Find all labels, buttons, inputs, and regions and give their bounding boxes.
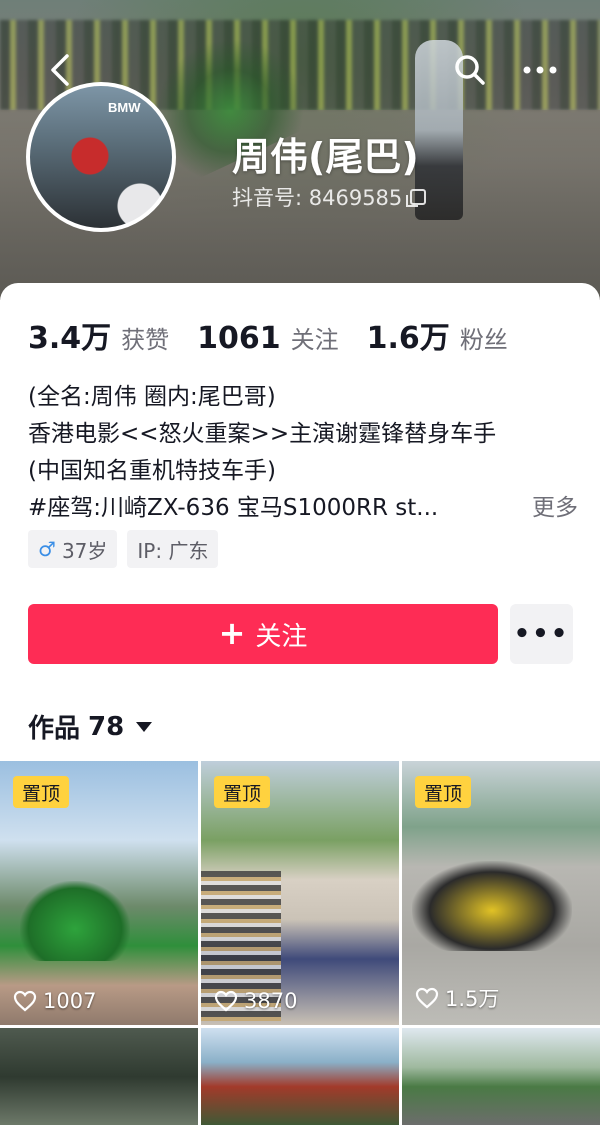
stat-label: 获赞 xyxy=(121,326,170,354)
likes-count: 1007 xyxy=(43,989,97,1013)
bio-more-link[interactable]: 更多 xyxy=(532,490,578,527)
stat-value: 1061 xyxy=(197,321,281,356)
likes-count: 1.5万 xyxy=(445,987,500,1011)
video-grid: 置顶 1007 置顶 3870 置顶 1.5万 xyxy=(0,761,600,1125)
bio-line-last: #座驾:川崎ZX-636 宝马S1000RR st... 更多 xyxy=(28,490,578,527)
copy-icon[interactable] xyxy=(406,189,427,207)
video-tile[interactable]: 置顶 3870 xyxy=(201,761,399,1025)
follow-button[interactable]: + 关注 xyxy=(28,604,498,664)
bio-line: #座驾:川崎ZX-636 宝马S1000RR st... xyxy=(28,495,439,521)
video-tile[interactable] xyxy=(201,1028,399,1125)
video-thumbnail xyxy=(20,881,130,961)
video-tile[interactable]: 置顶 1.5万 xyxy=(402,761,600,1025)
works-count: 78 xyxy=(88,711,125,742)
video-likes: 1.5万 xyxy=(415,983,499,1013)
avatar[interactable]: BMW xyxy=(26,82,176,232)
male-icon: ♂ xyxy=(38,537,56,561)
heart-icon xyxy=(13,990,37,1012)
stat-following[interactable]: 1061 关注 xyxy=(197,320,339,356)
caret-down-icon xyxy=(136,721,153,732)
back-icon[interactable] xyxy=(40,50,80,90)
age-tag: ♂ 37岁 xyxy=(28,530,118,568)
stat-likes[interactable]: 3.4万 获赞 xyxy=(28,313,169,357)
follow-label: 关注 xyxy=(255,621,308,652)
video-tile[interactable] xyxy=(402,1028,600,1125)
bio-line: 香港电影<<怒火重案>>主演谢霆锋替身车手 xyxy=(28,421,497,447)
more-actions-button[interactable]: ••• xyxy=(510,604,573,664)
profile-tags: ♂ 37岁 IP: 广东 xyxy=(28,530,219,568)
ip-tag: IP: 广东 xyxy=(127,530,219,568)
stat-followers[interactable]: 1.6万 粉丝 xyxy=(367,313,508,357)
video-thumbnail xyxy=(412,861,572,951)
search-icon[interactable] xyxy=(450,50,490,90)
pinned-badge: 置顶 xyxy=(415,776,472,808)
stat-value: 3.4万 xyxy=(28,321,112,356)
bio[interactable]: (全名:周伟 圈内:尾巴哥) 香港电影<<怒火重案>>主演谢霆锋替身车手 (中国… xyxy=(28,379,578,527)
heart-icon xyxy=(214,990,238,1012)
works-tab[interactable]: 作品 78 xyxy=(28,708,153,745)
stat-value: 1.6万 xyxy=(366,321,450,356)
bio-line: (中国知名重机特技车手) xyxy=(28,458,276,484)
profile-card: 3.4万 获赞 1061 关注 1.6万 粉丝 (全名:周伟 圈内:尾巴哥) 香… xyxy=(0,283,600,1125)
age-text: 37岁 xyxy=(61,538,108,563)
video-tile[interactable]: 置顶 1007 xyxy=(0,761,198,1025)
avatar-logo-text: BMW xyxy=(108,100,141,115)
account-id-row[interactable]: 抖音号: 8469585 xyxy=(232,182,427,212)
plus-icon: + xyxy=(218,613,246,652)
bio-line: (全名:周伟 圈内:尾巴哥) xyxy=(28,384,276,410)
more-icon[interactable] xyxy=(520,50,560,90)
video-likes: 3870 xyxy=(214,989,297,1013)
likes-count: 3870 xyxy=(244,989,298,1013)
profile-name: 周伟(尾巴) xyxy=(232,135,419,179)
video-likes: 1007 xyxy=(13,989,96,1013)
works-label: 作品 xyxy=(28,714,81,744)
stat-label: 粉丝 xyxy=(459,326,508,354)
pinned-badge: 置顶 xyxy=(13,776,70,808)
heart-icon xyxy=(415,987,439,1009)
stat-label: 关注 xyxy=(290,326,339,354)
account-id: 抖音号: 8469585 xyxy=(232,186,403,210)
ip-text: IP: 广东 xyxy=(137,538,209,563)
video-tile[interactable] xyxy=(0,1028,198,1125)
pinned-badge: 置顶 xyxy=(214,776,271,808)
stats-row: 3.4万 获赞 1061 关注 1.6万 粉丝 xyxy=(28,313,508,357)
